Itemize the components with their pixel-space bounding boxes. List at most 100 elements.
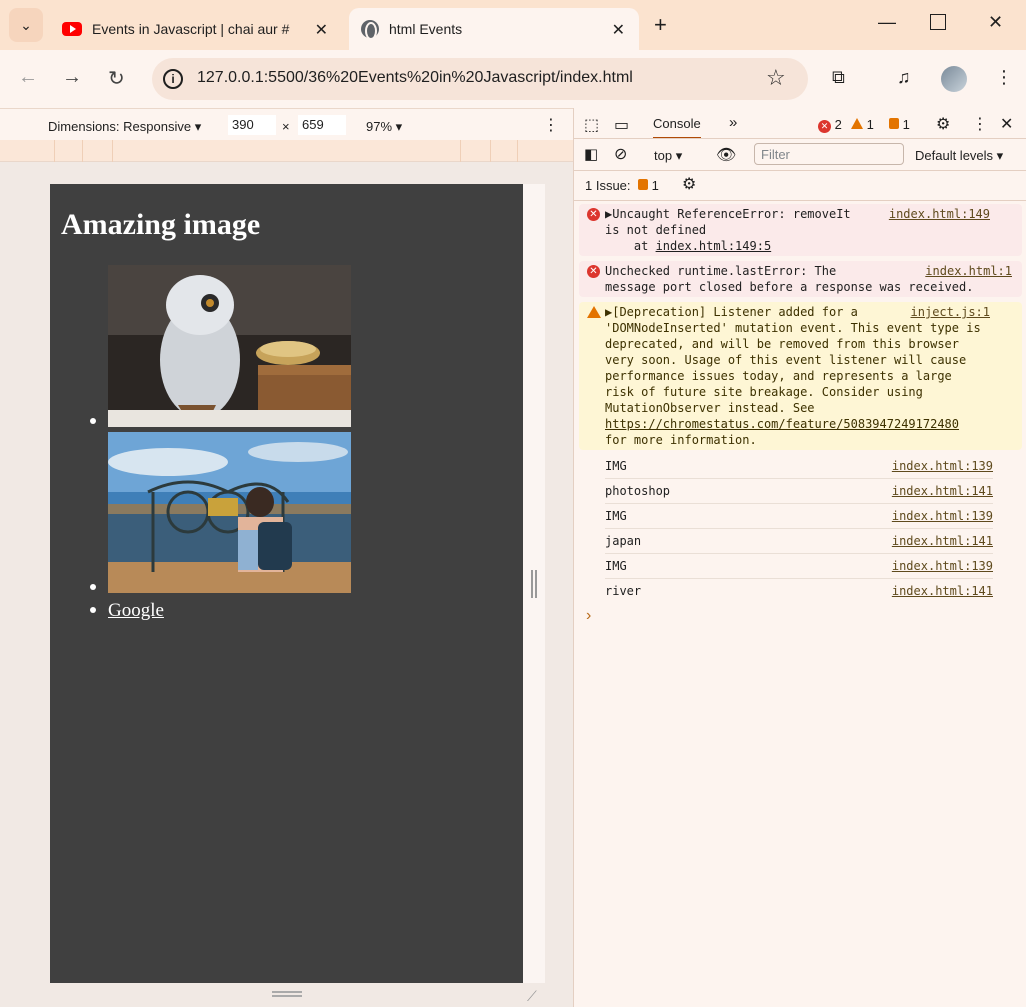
dimensions-select[interactable]: Dimensions: Responsive ▾ [48, 119, 201, 135]
console-error-message[interactable]: ✕ Unchecked runtime.lastError: The messa… [579, 261, 1022, 297]
sidebar-toggle-icon[interactable]: ◧ [584, 145, 598, 163]
issue-counter[interactable]: 1 [889, 117, 910, 132]
width-input[interactable]: 390 [228, 115, 276, 135]
profile-avatar[interactable] [941, 66, 967, 92]
back-arrow-icon[interactable]: ← [18, 66, 38, 89]
warning-message-text: ▶[Deprecation] Listener added for a 'DOM… [605, 305, 981, 415]
log-levels-select[interactable]: Default levels ▾ [915, 148, 1003, 164]
reload-icon[interactable]: ↻ [108, 66, 125, 91]
console-warning-message[interactable]: ▶[Deprecation] Listener added for a 'DOM… [579, 302, 1022, 450]
browser-menu-icon[interactable]: ⋮ [995, 67, 1013, 88]
window-close-icon[interactable]: ✕ [988, 12, 1003, 33]
console-log-row[interactable]: IMG index.html:139 [605, 504, 993, 529]
log-source-link[interactable]: index.html:139 [892, 459, 993, 473]
log-source-link[interactable]: index.html:139 [892, 559, 993, 573]
tab-console[interactable]: Console [653, 116, 701, 139]
log-source-link[interactable]: index.html:141 [892, 484, 993, 498]
tab-html-events[interactable]: html Events ✕ [349, 8, 639, 50]
list-bullet [90, 607, 96, 613]
zoom-select[interactable]: 97% ▾ [366, 119, 402, 135]
tab-search-button[interactable]: ⌄ [9, 8, 43, 42]
warning-counter[interactable]: 1 [851, 117, 874, 132]
settings-gear-icon[interactable]: ⚙ [936, 114, 950, 134]
issues-link[interactable]: 1 [638, 178, 659, 193]
google-link[interactable]: Google [108, 600, 164, 622]
resize-handle-horizontal[interactable] [272, 991, 302, 997]
url-text[interactable]: 127.0.0.1:5500/36%20Events%20in%20Javasc… [197, 69, 633, 87]
log-text: IMG [605, 559, 627, 573]
console-log-row[interactable]: japan index.html:141 [605, 529, 993, 554]
inspect-element-icon[interactable]: ⬚ [584, 115, 599, 135]
dimensions-label: Dimensions: Responsive [48, 119, 192, 134]
console-prompt[interactable]: › [586, 607, 591, 625]
console-log-row[interactable]: river index.html:141 [605, 579, 993, 604]
globe-icon [361, 20, 379, 40]
log-text: river [605, 584, 642, 598]
clear-console-icon[interactable]: ⊘ [614, 144, 627, 164]
dimension-times: × [282, 119, 290, 134]
error-icon: ✕ [818, 120, 831, 133]
close-devtools-icon[interactable]: ✕ [1000, 114, 1013, 134]
warning-source-link[interactable]: inject.js:1 [911, 304, 990, 320]
warning-icon [587, 306, 601, 318]
tab-events-in-javascript[interactable]: Events in Javascript | chai aur # ✕ [50, 8, 342, 50]
extensions-icon[interactable]: ⧉ [832, 67, 845, 88]
zoom-value: 97% [366, 119, 393, 134]
height-input[interactable]: 659 [298, 115, 346, 135]
devtools-panel: ⬚ ▭ Console » ✕ 2 1 1 ⚙ ⋮ ✕ ◧ ⊘ top ▾ 👁 … [573, 108, 1026, 1007]
live-expression-eye-icon[interactable]: 👁 [716, 145, 736, 165]
error-icon: ✕ [587, 208, 600, 221]
context-select[interactable]: top ▾ [654, 148, 682, 164]
log-text: japan [605, 534, 642, 548]
issue-icon [638, 179, 648, 190]
log-source-link[interactable]: index.html:141 [892, 534, 993, 548]
error-source-link[interactable]: index.html:149 [889, 206, 990, 222]
river-image[interactable] [108, 432, 351, 593]
title-bar: ⌄ Events in Javascript | chai aur # ✕ ht… [0, 0, 1026, 50]
error-stack-link[interactable]: index.html:149:5 [656, 239, 772, 253]
log-text: IMG [605, 509, 627, 523]
maximize-icon[interactable] [930, 14, 946, 30]
forward-arrow-icon[interactable]: → [62, 66, 82, 89]
issue-count: 1 [902, 117, 910, 132]
device-more-icon[interactable]: ⋮ [543, 115, 559, 135]
console-log-row[interactable]: IMG index.html:139 [605, 454, 993, 479]
site-info-icon[interactable]: i [163, 69, 183, 89]
new-tab-icon[interactable]: + [654, 12, 667, 38]
issues-label[interactable]: 1 Issue: [585, 178, 631, 193]
close-icon[interactable]: ✕ [612, 20, 625, 40]
devtools-menu-icon[interactable]: ⋮ [972, 114, 988, 134]
error-counter[interactable]: ✕ 2 [818, 117, 842, 133]
chromestatus-link[interactable]: https://chromestatus.com/feature/5083947… [605, 417, 959, 431]
console-log-row[interactable]: IMG index.html:139 [605, 554, 993, 579]
error-source-link[interactable]: index.html:1 [925, 263, 1012, 279]
filter-input[interactable]: Filter [754, 143, 904, 165]
media-query-ruler[interactable] [0, 140, 573, 162]
tab-title: Events in Javascript | chai aur # [92, 21, 290, 37]
media-controls-icon[interactable]: ♫ [897, 67, 911, 88]
list-bullet [90, 418, 96, 424]
minimize-icon[interactable]: — [878, 12, 896, 33]
error-text: Unchecked runtime.lastError: The message… [605, 264, 974, 294]
device-toggle-icon[interactable]: ▭ [614, 115, 629, 135]
more-tabs-icon[interactable]: » [729, 114, 737, 131]
log-text: photoshop [605, 484, 671, 498]
log-source-link[interactable]: index.html:139 [892, 509, 993, 523]
console-settings-gear-icon[interactable]: ⚙ [682, 174, 696, 194]
console-error-message[interactable]: ✕ ▶Uncaught ReferenceError: removeIt is … [579, 204, 1022, 256]
resize-corner-icon[interactable]: ⟋ [527, 988, 537, 1005]
console-log-row[interactable]: photoshop index.html:141 [605, 479, 993, 504]
error-icon: ✕ [587, 265, 600, 278]
log-levels-value: Default levels [915, 148, 994, 163]
issue-icon [889, 118, 899, 129]
bookmark-star-icon[interactable]: ☆ [766, 65, 786, 91]
resize-handle-vertical[interactable] [531, 570, 537, 598]
page-heading: Amazing image [61, 208, 261, 241]
youtube-icon [62, 22, 82, 36]
owl-image[interactable] [108, 265, 351, 427]
close-icon[interactable]: ✕ [315, 20, 328, 40]
warning-count: 1 [866, 117, 874, 132]
log-source-link[interactable]: index.html:141 [892, 584, 993, 598]
tab-title: html Events [389, 21, 463, 37]
log-text: IMG [605, 459, 627, 473]
